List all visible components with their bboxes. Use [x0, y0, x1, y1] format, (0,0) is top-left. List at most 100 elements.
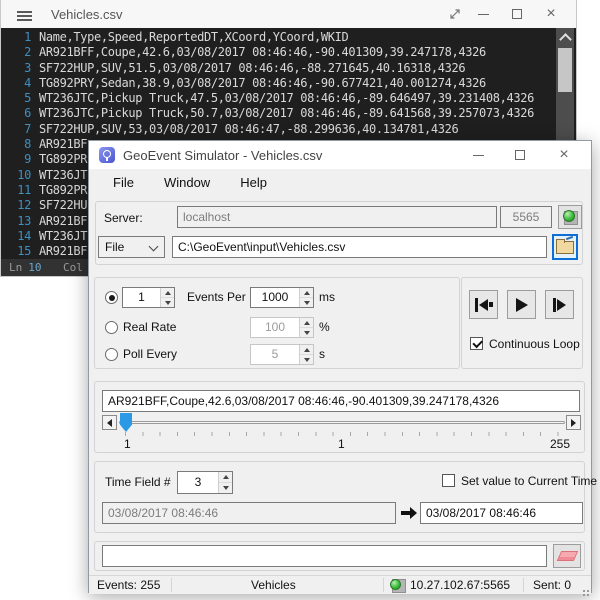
- interval-spinner[interactable]: 1000: [250, 287, 314, 308]
- event-preview-field[interactable]: AR921BFF,Coupe,42.6,03/08/2017 08:46:46,…: [102, 390, 580, 412]
- playback-group: Continuous Loop: [461, 277, 583, 369]
- connection-status-ball-icon: [563, 210, 575, 222]
- connect-button[interactable]: [558, 205, 582, 229]
- arrow-right-icon: [571, 419, 576, 427]
- real-rate-radio[interactable]: [105, 321, 118, 334]
- step-forward-icon: [553, 298, 556, 312]
- close-icon: ×: [559, 147, 568, 163]
- spin-up-icon: [300, 345, 313, 355]
- arrow-right-icon: [401, 507, 417, 519]
- real-rate-unit-label: %: [319, 320, 330, 334]
- code-line: 7SF722HUP,SUV,53,03/08/2017 08:46:47,-88…: [1, 122, 576, 137]
- poll-unit-label: s: [319, 347, 325, 361]
- diagonal-resize-icon: [449, 8, 461, 20]
- eraser-icon: [556, 551, 577, 561]
- column-label: Col: [63, 261, 83, 274]
- interval-unit-label: ms: [319, 290, 335, 304]
- events-count-spinner[interactable]: 1: [122, 287, 175, 308]
- simulator-maximize-button[interactable]: [503, 141, 537, 169]
- spin-up-icon[interactable]: [161, 288, 174, 298]
- code-line: 4TG892PRY,Sedan,38.9,03/08/2017 08:46:46…: [1, 76, 576, 91]
- slider-left-button[interactable]: [102, 415, 117, 430]
- spin-down-icon: [300, 328, 313, 337]
- editor-minimize-button[interactable]: [467, 0, 499, 28]
- code-line: 5WT236JTC,Pickup Truck,47.5,03/08/2017 0…: [1, 91, 576, 106]
- geoevent-simulator-window: GeoEvent Simulator - Vehicles.csv × File…: [88, 140, 592, 593]
- code-line: 3SF722HUP,SUV,51.5,03/08/2017 08:46:46,-…: [1, 61, 576, 76]
- real-rate-label: Real Rate: [123, 320, 176, 334]
- server-host-field[interactable]: localhost: [177, 206, 497, 228]
- spin-up-icon[interactable]: [300, 288, 313, 298]
- slider-right-button[interactable]: [566, 415, 581, 430]
- server-label: Server:: [104, 211, 143, 225]
- step-forward-button[interactable]: [545, 290, 574, 319]
- clear-button[interactable]: [553, 544, 581, 568]
- menu-help[interactable]: Help: [238, 173, 269, 192]
- code-line: 1Name,Type,Speed,ReportedDT,XCoord,YCoor…: [1, 30, 576, 45]
- menu-file[interactable]: File: [111, 173, 136, 192]
- resize-grip[interactable]: [587, 590, 589, 592]
- hamburger-menu-icon[interactable]: [17, 11, 32, 13]
- time-field-spinner[interactable]: 3: [177, 471, 233, 494]
- slider-max-label: 255: [550, 437, 570, 451]
- scrollbar-thumb[interactable]: [558, 48, 572, 92]
- source-type-dropdown[interactable]: File: [98, 236, 165, 258]
- event-slider-group: AR921BFF,Coupe,42.6,03/08/2017 08:46:46,…: [94, 381, 585, 453]
- slider-track[interactable]: [119, 421, 565, 424]
- open-folder-icon: [556, 241, 574, 254]
- simulator-title: GeoEvent Simulator - Vehicles.csv: [123, 148, 322, 163]
- poll-spinner[interactable]: 5: [250, 344, 314, 365]
- set-current-time-checkbox[interactable]: [442, 474, 455, 487]
- events-per-radio[interactable]: [105, 291, 118, 304]
- time-to-field[interactable]: 03/08/2017 08:46:46: [420, 502, 583, 524]
- geoevent-app-icon: [99, 147, 115, 163]
- slider-min-label: 1: [124, 437, 131, 451]
- file-path-field[interactable]: C:\GeoEvent\input\Vehicles.csv: [172, 236, 547, 258]
- slider-current-label: 1: [338, 437, 345, 451]
- spin-down-icon[interactable]: [161, 298, 174, 307]
- editor-maximize-button[interactable]: [501, 0, 533, 28]
- events-per-label: Events Per: [187, 290, 246, 304]
- code-line: 2AR921BFF,Coupe,42.6,03/08/2017 08:46:46…: [1, 45, 576, 60]
- scroll-up-icon[interactable]: [559, 33, 572, 46]
- continuous-loop-checkbox[interactable]: [470, 337, 483, 350]
- editor-title: Vehicles.csv: [51, 7, 123, 22]
- simulator-statusbar: Events: 255 Vehicles 10.27.102.67:5565 S…: [89, 575, 591, 594]
- slider-ticks: [125, 432, 559, 436]
- skip-to-start-icon: [475, 298, 478, 312]
- spin-up-icon[interactable]: [219, 472, 232, 483]
- rewind-to-start-button[interactable]: [469, 290, 498, 319]
- spin-down-icon[interactable]: [300, 298, 313, 307]
- minimize-icon: [473, 155, 484, 156]
- simulator-close-button[interactable]: ×: [547, 141, 581, 169]
- slider-thumb[interactable]: [120, 413, 132, 432]
- real-rate-spinner[interactable]: 100: [250, 317, 314, 338]
- play-button[interactable]: [507, 290, 536, 319]
- browse-file-button[interactable]: [552, 234, 578, 260]
- time-from-field[interactable]: 03/08/2017 08:46:46: [102, 502, 396, 524]
- poll-every-radio[interactable]: [105, 348, 118, 361]
- time-field-label: Time Field #: [105, 475, 171, 489]
- server-address: 10.27.102.67:5565: [410, 578, 510, 592]
- server-port-field[interactable]: 5565: [500, 206, 552, 228]
- minimize-icon: [478, 14, 489, 15]
- continuous-loop-label: Continuous Loop: [489, 337, 580, 351]
- menu-window[interactable]: Window: [162, 173, 212, 192]
- maximize-icon: [512, 9, 522, 19]
- connection-group: Server: localhost 5565 File C:\GeoEvent\…: [95, 201, 583, 265]
- editor-titlebar: Vehicles.csv ×: [1, 0, 576, 28]
- editor-close-button[interactable]: ×: [535, 0, 567, 28]
- spin-down-icon: [300, 355, 313, 364]
- poll-every-label: Poll Every: [123, 347, 177, 361]
- time-field-group: Time Field # 3 Set value to Current Time…: [94, 461, 585, 533]
- chevron-down-icon: [149, 242, 159, 252]
- spin-down-icon[interactable]: [219, 483, 232, 493]
- play-icon: [516, 298, 528, 312]
- line-label: Ln: [9, 261, 22, 274]
- close-icon: ×: [546, 6, 555, 22]
- connected-status-ball-icon: [390, 579, 401, 590]
- maximize-icon: [515, 150, 525, 160]
- source-type-value: File: [105, 240, 124, 254]
- message-field[interactable]: [102, 545, 547, 567]
- simulator-minimize-button[interactable]: [461, 141, 495, 169]
